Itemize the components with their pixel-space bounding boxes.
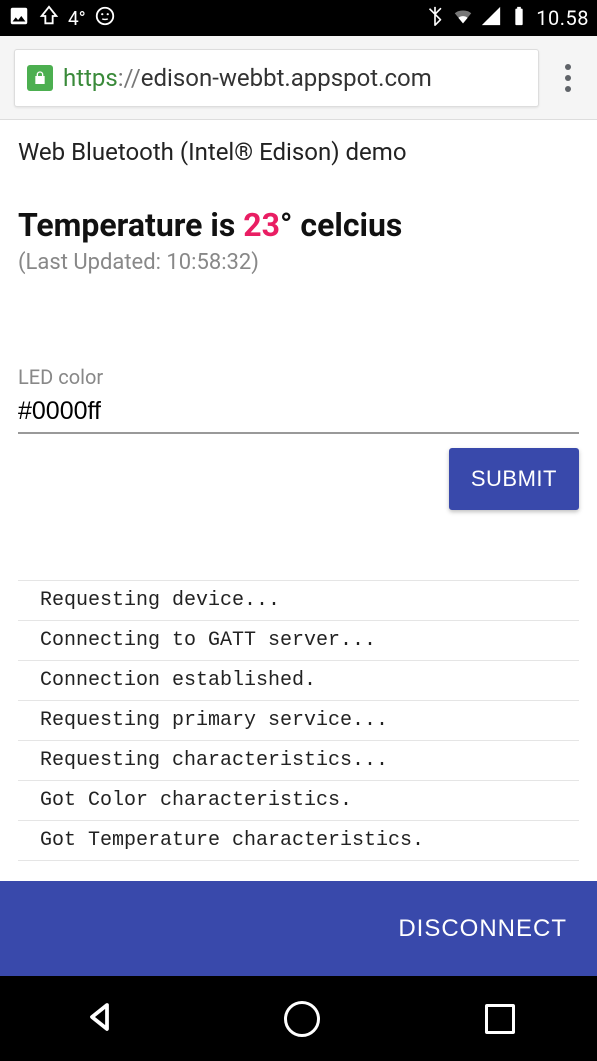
status-temperature: 4°	[68, 7, 86, 30]
footer-bar: DISCONNECT	[0, 881, 597, 976]
android-status-bar: 4° 10.58	[0, 0, 597, 36]
sync-icon	[38, 5, 60, 32]
last-updated-text: (Last Updated: 10:58:32)	[18, 250, 579, 275]
nav-recent-icon[interactable]	[485, 1004, 515, 1034]
page-content: Web Bluetooth (Intel® Edison) demo Tempe…	[0, 120, 597, 861]
image-icon	[8, 5, 30, 32]
browser-menu-button[interactable]	[553, 64, 583, 92]
bluetooth-icon	[424, 5, 446, 32]
log-item: Connecting to GATT server...	[18, 620, 579, 660]
browser-toolbar: https://edison-webbt.appspot.com	[0, 36, 597, 120]
url-text: https://edison-webbt.appspot.com	[63, 64, 432, 92]
log-item: Requesting primary service...	[18, 700, 579, 740]
log-item: Got Temperature characteristics.	[18, 820, 579, 861]
log-item: Requesting device...	[18, 580, 579, 620]
led-color-input[interactable]	[18, 393, 579, 434]
cell-signal-icon	[480, 5, 502, 32]
page-subtitle: Web Bluetooth (Intel® Edison) demo	[18, 138, 579, 166]
log-item: Got Color characteristics.	[18, 780, 579, 820]
nav-home-icon[interactable]	[284, 1001, 320, 1037]
android-nav-bar	[0, 976, 597, 1061]
disconnect-button[interactable]: DISCONNECT	[398, 915, 567, 943]
temperature-value: 23	[243, 206, 280, 244]
log-item: Connection established.	[18, 660, 579, 700]
battery-icon	[508, 5, 530, 32]
log-item: Requesting characteristics...	[18, 740, 579, 780]
url-bar[interactable]: https://edison-webbt.appspot.com	[14, 49, 539, 107]
nav-back-icon[interactable]	[83, 999, 119, 1039]
led-color-label: LED color	[18, 365, 579, 389]
temperature-heading: Temperature is 23° celcius	[18, 206, 579, 244]
log-list: Requesting device... Connecting to GATT …	[18, 580, 579, 861]
lock-icon	[27, 65, 53, 91]
submit-button[interactable]: SUBMIT	[449, 448, 579, 510]
face-icon	[94, 5, 116, 32]
status-clock: 10.58	[536, 6, 589, 30]
wifi-icon	[452, 5, 474, 32]
